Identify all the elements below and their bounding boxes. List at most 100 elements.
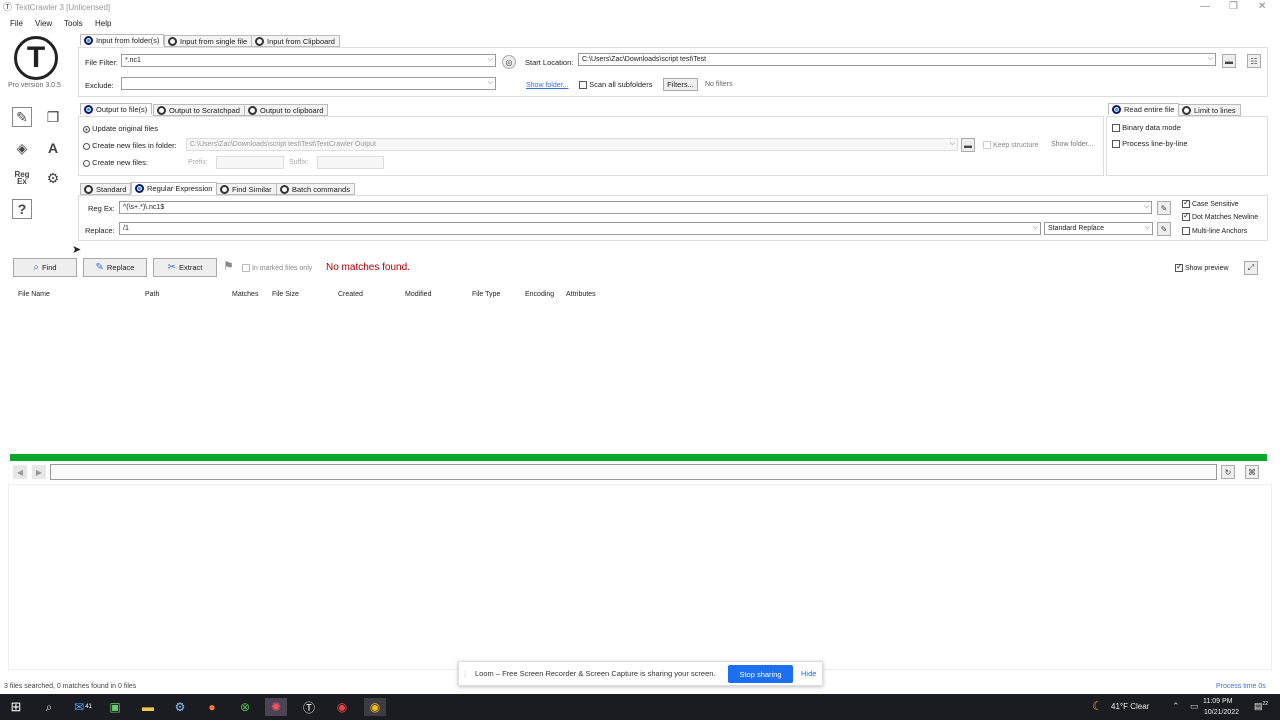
notification-icon[interactable]: ▤22 xyxy=(1254,702,1268,711)
extract-button[interactable]: ✂ Extract xyxy=(153,258,217,277)
column-header[interactable]: File Name xyxy=(18,291,50,298)
steam-icon[interactable]: ⚙ xyxy=(169,698,191,716)
create-new-radio[interactable]: Create new files: xyxy=(83,158,148,167)
column-header[interactable]: File Size xyxy=(272,291,299,298)
binoculars-icon[interactable]: ⌘ xyxy=(1245,465,1259,479)
column-header[interactable]: Matches xyxy=(232,291,258,298)
tab-input-clipboard[interactable]: Input from Clipboard xyxy=(251,35,340,47)
prefix-input[interactable] xyxy=(216,156,284,169)
edit-icon[interactable]: ✎ xyxy=(12,107,32,127)
case-sensitive-checkbox[interactable]: Case Sensitive xyxy=(1182,198,1239,208)
tab-find-similar[interactable]: Find Similar xyxy=(216,183,277,195)
weather-text[interactable]: 41°F Clear xyxy=(1111,703,1149,711)
scan-subfolders-checkbox[interactable]: Scan all subfolders xyxy=(579,80,652,90)
menu-view[interactable]: View xyxy=(35,19,52,28)
chrome-active-icon[interactable]: ◉ xyxy=(364,698,386,716)
expand-icon[interactable]: ⤢ xyxy=(1244,261,1258,275)
stop-sharing-button[interactable]: Stop sharing xyxy=(728,665,793,683)
tab-output-files[interactable]: Output to file(s) xyxy=(80,103,153,115)
menu-tools[interactable]: Tools xyxy=(64,19,83,28)
in-marked-checkbox[interactable]: In marked files only xyxy=(242,264,312,272)
next-arrow-icon[interactable]: ▶ xyxy=(32,465,46,479)
column-header[interactable]: Path xyxy=(145,291,159,298)
tab-input-single[interactable]: Input from single file xyxy=(164,35,253,47)
tab-batch-commands[interactable]: Batch commands xyxy=(276,183,355,195)
binary-mode-checkbox[interactable]: Binary data mode xyxy=(1112,123,1181,133)
menu-file[interactable]: File xyxy=(10,19,23,28)
regex-icon[interactable]: Reg Ex xyxy=(12,168,32,188)
search-icon[interactable]: ⌕ xyxy=(38,698,60,716)
checkbox-icon xyxy=(1182,227,1190,235)
tab-output-clipboard[interactable]: Output to clipboard xyxy=(244,104,329,116)
tab-standard[interactable]: Standard xyxy=(80,183,132,195)
edit-icon[interactable]: ✎ xyxy=(1157,201,1171,215)
network-icon[interactable]: ▭ xyxy=(1190,702,1199,711)
folder-icon[interactable]: ▬ xyxy=(961,138,975,152)
maximize-button[interactable]: ❐ xyxy=(1229,2,1238,12)
clock-date[interactable]: 10/21/2022 xyxy=(1204,709,1239,716)
font-icon[interactable]: A xyxy=(43,138,63,158)
replace-button[interactable]: ✎ Replace xyxy=(83,258,147,277)
start-location-input[interactable]: C:\Users\Zac\Downloads\script test\Test ⌵ xyxy=(578,53,1216,66)
create-in-folder-radio[interactable]: Create new files in folder: xyxy=(83,141,177,150)
book-icon[interactable]: ◈ xyxy=(12,138,32,158)
close-button[interactable]: ✕ xyxy=(1258,2,1266,12)
menu-help[interactable]: Help xyxy=(95,19,111,28)
replace-input[interactable]: /1 ⌵ xyxy=(119,222,1041,235)
column-header[interactable]: Modified xyxy=(405,291,431,298)
loom-icon[interactable]: ✺ xyxy=(265,698,287,716)
firefox-icon[interactable]: ● xyxy=(201,698,223,716)
window-icon[interactable]: ❐ xyxy=(43,107,63,127)
show-folder-link[interactable]: Show folder... xyxy=(526,82,568,89)
multiline-checkbox[interactable]: Multi-line Anchors xyxy=(1182,227,1247,235)
windows-start-icon[interactable]: ⊞ xyxy=(5,698,27,716)
target-icon[interactable]: ◎ xyxy=(502,55,516,69)
tree-icon[interactable]: ☷ xyxy=(1247,54,1261,68)
find-button[interactable]: ⌕ Find xyxy=(13,258,77,277)
refresh-icon[interactable]: ↻ xyxy=(1221,465,1235,479)
gear-icon[interactable]: ⚙ xyxy=(43,168,63,188)
mail-icon[interactable]: ✉ 41 xyxy=(72,698,94,716)
prev-arrow-icon[interactable]: ◀ xyxy=(13,465,27,479)
xbox-icon[interactable]: ⊗ xyxy=(234,698,256,716)
output-folder-input[interactable]: C:\Users\Zac\Downloads\script test\Test\… xyxy=(186,138,958,151)
tab-output-scratchpad[interactable]: Output to Scratchpad xyxy=(153,104,245,116)
minimize-button[interactable]: — xyxy=(1200,2,1210,12)
exclude-input[interactable]: ⌵ xyxy=(121,77,496,90)
help-icon[interactable]: ? xyxy=(12,199,32,219)
regex-input[interactable]: ^(\s+.*)\.nc1$ ⌵ xyxy=(119,201,1152,214)
chevron-down-icon: ⌵ xyxy=(1144,224,1150,231)
tab-limit-lines[interactable]: Limit to lines xyxy=(1178,104,1241,116)
line-by-line-checkbox[interactable]: Process line-by-line xyxy=(1112,139,1188,149)
radio-icon xyxy=(168,37,177,46)
tab-regular-expression[interactable]: Regular Expression xyxy=(131,182,218,194)
radio-icon xyxy=(157,106,166,115)
suffix-input[interactable] xyxy=(317,156,384,169)
chrome-icon[interactable]: ◉ xyxy=(331,698,353,716)
column-header[interactable]: Created xyxy=(338,291,363,298)
file-filter-input[interactable]: *.nc1 ⌵ xyxy=(121,54,496,67)
tab-read-entire[interactable]: Read entire file xyxy=(1108,103,1180,115)
preview-bar[interactable] xyxy=(50,464,1217,480)
textcrawler-taskbar-icon[interactable]: Ⓣ xyxy=(298,698,320,716)
folder-icon[interactable]: ▬ xyxy=(1222,54,1236,68)
show-preview-checkbox[interactable]: Show preview xyxy=(1175,262,1229,272)
output-show-folder-link[interactable]: Show folder... xyxy=(1051,141,1093,148)
column-header[interactable]: Encoding xyxy=(525,291,554,298)
edit-icon[interactable]: ✎ xyxy=(1157,222,1171,236)
hide-button[interactable]: Hide xyxy=(801,670,816,678)
drag-handle-icon[interactable]: ⦙ xyxy=(464,670,466,679)
moon-icon: ☾ xyxy=(1092,699,1103,713)
column-header[interactable]: File Type xyxy=(472,291,500,298)
keep-structure-checkbox[interactable]: Keep structure xyxy=(983,141,1038,149)
replace-mode-select[interactable]: Standard Replace ⌵ xyxy=(1044,222,1153,235)
chevron-up-icon[interactable]: ⌃ xyxy=(1172,702,1180,711)
tab-input-folders[interactable]: Input from folder(s) xyxy=(80,34,165,46)
dot-newline-checkbox[interactable]: Dot Matches Newline xyxy=(1182,211,1258,221)
clock-time[interactable]: 11:09 PM xyxy=(1203,698,1232,705)
filters-button[interactable]: Filters... xyxy=(663,78,698,91)
column-header[interactable]: Attributes xyxy=(566,291,596,298)
update-original-radio[interactable]: Update original files xyxy=(83,124,158,133)
store-icon[interactable]: ▣ xyxy=(104,698,126,716)
file-explorer-icon[interactable]: ▬ xyxy=(137,698,159,716)
